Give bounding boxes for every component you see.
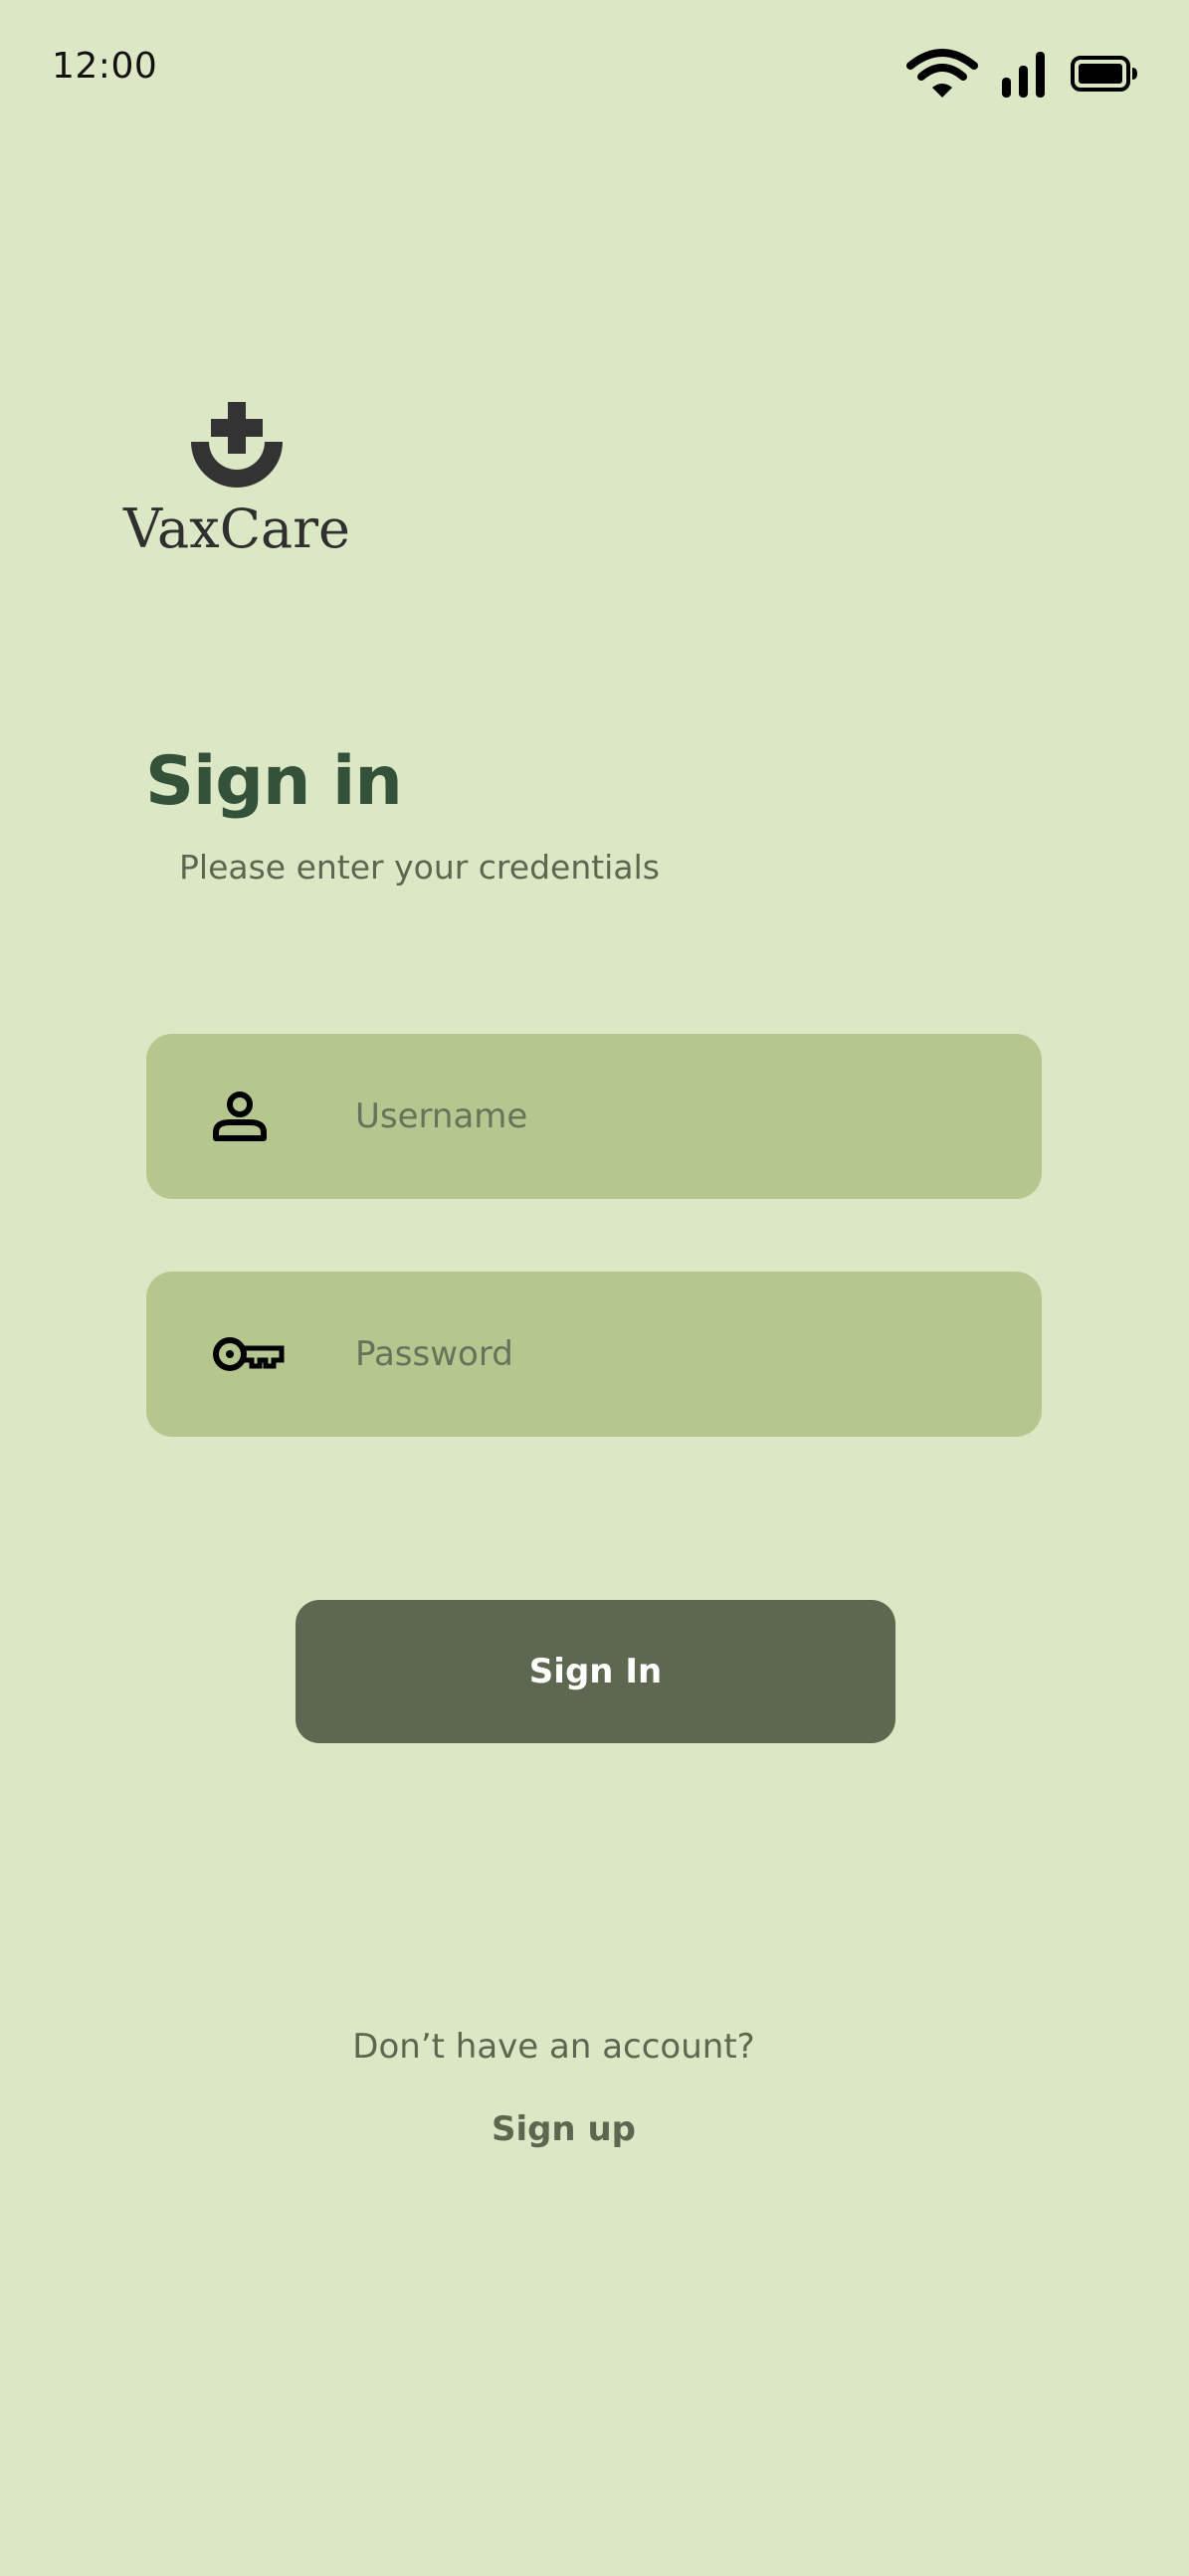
- brand-logo: VaxCare: [121, 398, 352, 567]
- battery-icon: [1070, 54, 1139, 94]
- username-input[interactable]: [355, 1034, 1012, 1199]
- key-icon: [212, 1334, 286, 1374]
- brand-name: VaxCare: [123, 497, 350, 560]
- signal-icon: [1000, 48, 1048, 99]
- password-field[interactable]: [146, 1272, 1042, 1437]
- user-icon: [212, 1090, 268, 1142]
- no-account-prompt: Don’t have an account?: [352, 2027, 755, 2067]
- wifi-icon: [906, 48, 978, 99]
- page-title: Sign in: [145, 742, 403, 821]
- password-input[interactable]: [355, 1272, 1012, 1437]
- status-bar-time: 12:00: [52, 46, 158, 87]
- username-field[interactable]: [146, 1034, 1042, 1199]
- sign-up-link[interactable]: Sign up: [0, 2109, 1127, 2149]
- status-bar-icons: [906, 46, 1139, 101]
- page-subtitle: Please enter your credentials: [179, 848, 660, 887]
- medical-cross-logo-icon: [189, 398, 285, 497]
- sign-in-button[interactable]: Sign In: [296, 1600, 895, 1743]
